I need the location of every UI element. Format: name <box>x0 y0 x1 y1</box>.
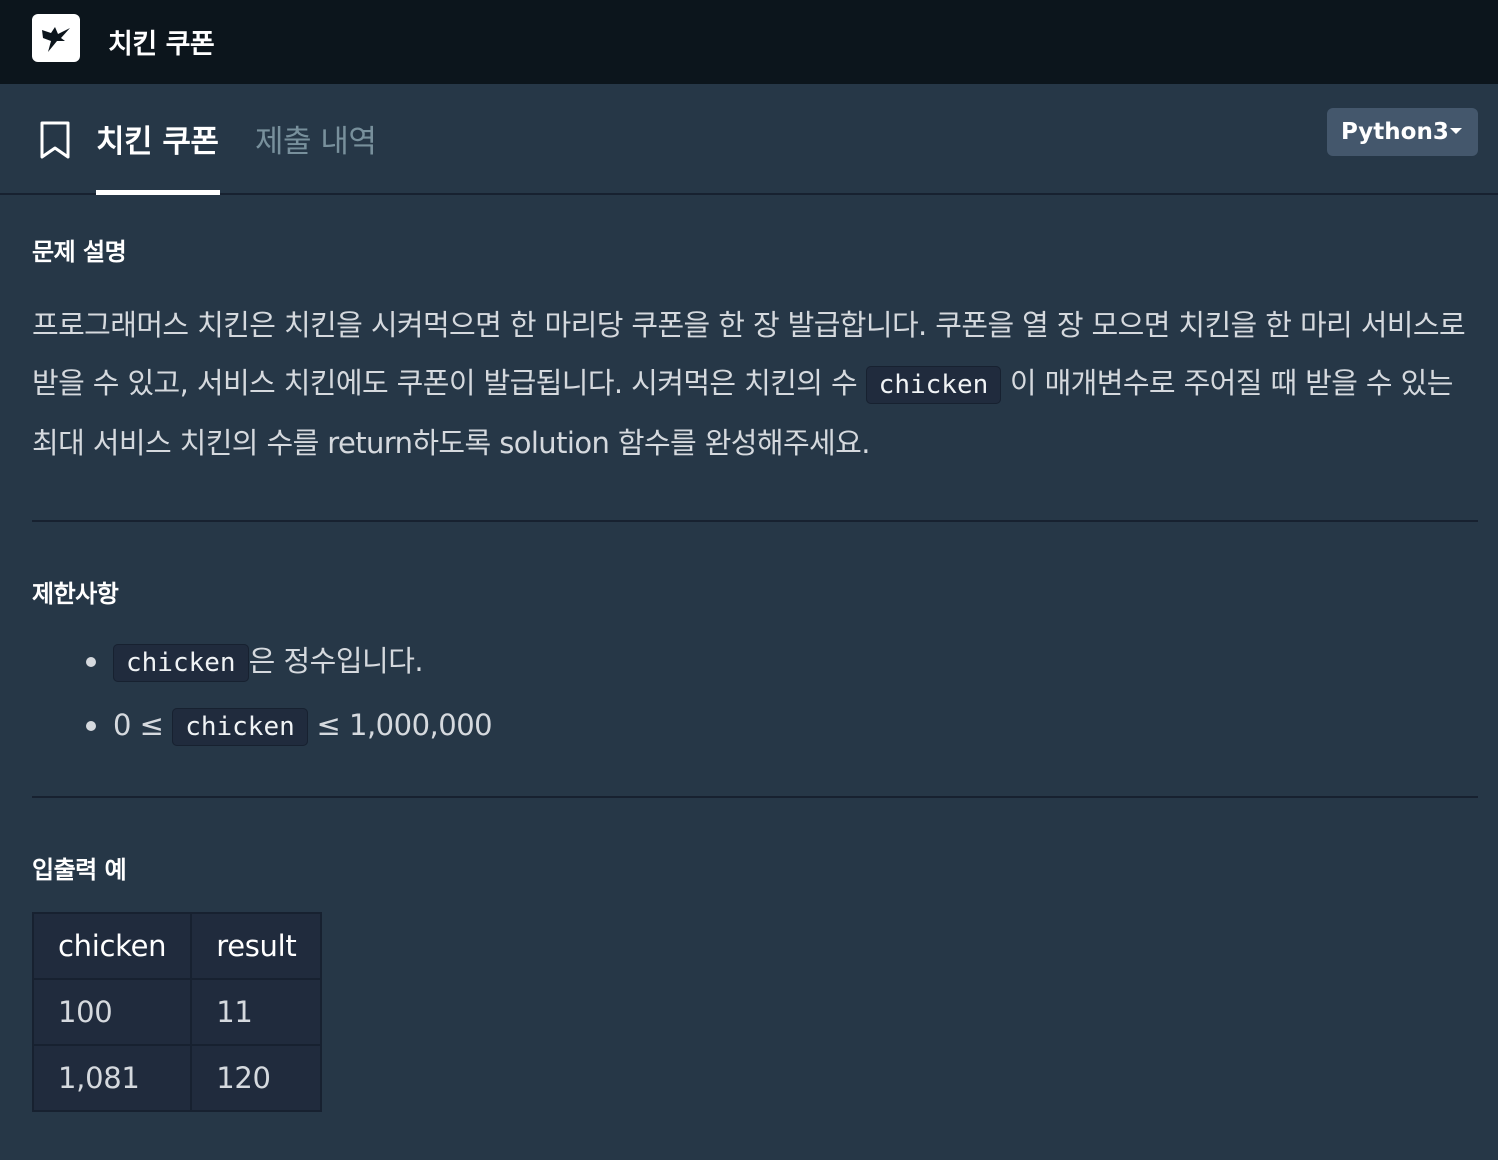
constraint-prefix: 0 ≤ <box>113 708 173 742</box>
inline-code-chicken: chicken <box>113 644 249 682</box>
tab-problem[interactable]: 치킨 쿠폰 <box>96 116 221 195</box>
table-cell: 100 <box>31 978 193 1046</box>
constraint-suffix: ≤ 1,000,000 <box>307 708 493 742</box>
section-divider <box>32 520 1478 522</box>
constraints-list: chicken 은 정수입니다. 0 ≤ chicken ≤ 1,000,000 <box>86 632 493 760</box>
tab-submission-history[interactable]: 제출 내역 <box>255 116 377 161</box>
hummingbird-logo-icon[interactable] <box>32 14 80 62</box>
table-row: 1,081 120 <box>31 1044 323 1112</box>
caret-down-icon <box>1450 128 1462 134</box>
column-header: result <box>190 912 323 980</box>
problem-description: 프로그래머스 치킨은 치킨을 시켜먹으면 한 마리당 쿠폰을 한 장 발급합니다… <box>32 296 1478 472</box>
table-cell: 1,081 <box>31 1044 193 1112</box>
language-select-value: Python3 <box>1341 119 1449 145</box>
top-bar: 치킨 쿠폰 <box>0 0 1498 84</box>
table-cell: 120 <box>190 1044 323 1112</box>
column-header: chicken <box>31 912 193 980</box>
section-divider <box>32 796 1478 798</box>
examples-heading: 입출력 예 <box>32 856 127 884</box>
examples-table: chicken result 100 11 1,081 120 <box>31 912 323 1112</box>
table-row: 100 11 <box>31 978 323 1046</box>
tabs-bar: 치킨 쿠폰 제출 내역 Python3 <box>0 84 1498 195</box>
bookmark-icon[interactable] <box>38 120 74 160</box>
constraint-item: 0 ≤ chicken ≤ 1,000,000 <box>86 696 493 760</box>
language-select[interactable]: Python3 <box>1327 108 1478 156</box>
table-header-row: chicken result <box>31 912 323 980</box>
app-title: 치킨 쿠폰 <box>108 29 215 60</box>
inline-code-chicken: chicken <box>172 708 308 746</box>
constraint-text: 은 정수입니다. <box>248 644 424 678</box>
description-heading: 문제 설명 <box>32 238 127 266</box>
table-cell: 11 <box>190 978 323 1046</box>
constraint-item: chicken 은 정수입니다. <box>86 632 492 696</box>
constraints-heading: 제한사항 <box>32 580 119 608</box>
inline-code-chicken: chicken <box>865 366 1002 404</box>
